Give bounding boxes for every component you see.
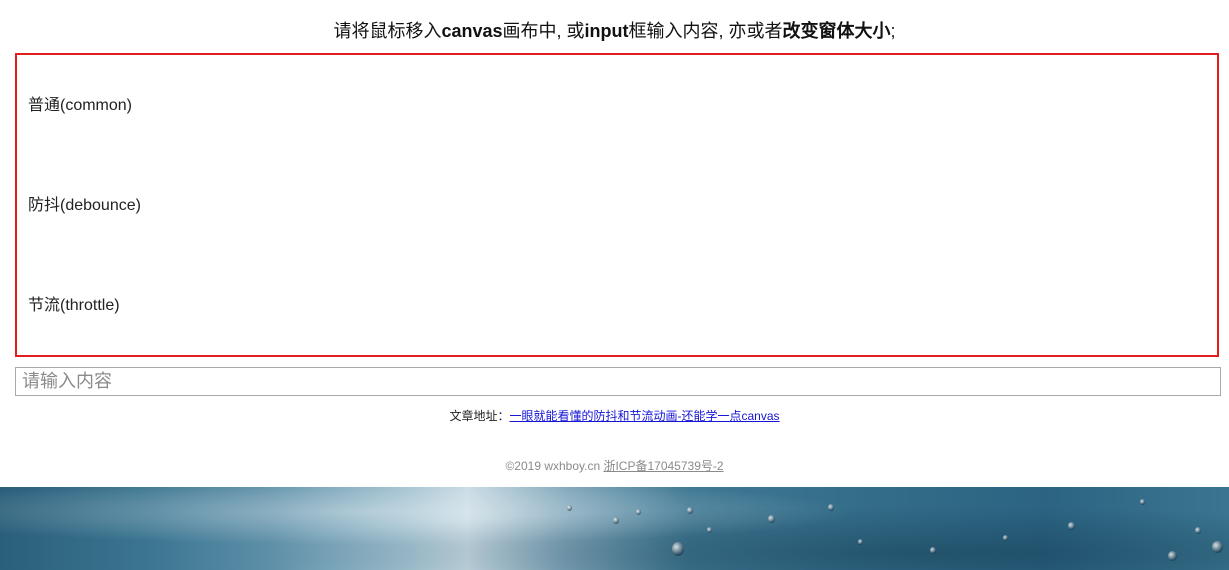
water-drop: [687, 507, 693, 514]
water-drop: [1068, 522, 1075, 530]
instruction-bold-input: input: [584, 21, 629, 41]
footer-copyright: ©2019 wxhboy.cn: [505, 459, 604, 473]
water-drop: [768, 515, 775, 523]
instruction-text: 请将鼠标移入canvas画布中, 或input框输入内容, 亦或者改变窗体大小;: [0, 18, 1229, 44]
footer-icp-link[interactable]: 浙ICP备17045739号-2: [603, 459, 723, 473]
water-drop: [636, 509, 641, 515]
instruction-bold-canvas: canvas: [441, 21, 503, 41]
row-label-throttle: 节流(throttle): [28, 297, 120, 314]
instruction-part-3: 框输入内容, 亦或者: [628, 21, 783, 41]
water-drop: [1003, 535, 1008, 541]
row-label-common: 普通(common): [28, 97, 133, 114]
water-drop: [1168, 551, 1177, 561]
water-drop: [567, 505, 572, 511]
instruction-part-4: ;: [890, 21, 896, 41]
row-label-debounce: 防抖(debounce): [28, 197, 141, 214]
water-drop: [613, 517, 619, 524]
water-drop: [1195, 527, 1201, 534]
demo-canvas[interactable]: 普通(common) 防抖(debounce) 节流(throttle): [15, 53, 1219, 357]
water-drop: [930, 547, 936, 554]
article-prefix: 文章地址：: [449, 409, 510, 423]
water-drop: [707, 527, 712, 533]
article-link[interactable]: 一眼就能看懂的防抖和节流动画-还能学一点canvas: [509, 409, 779, 423]
instruction-part-1: 请将鼠标移入: [333, 21, 442, 41]
footer: ©2019 wxhboy.cn 浙ICP备17045739号-2: [0, 457, 1229, 474]
instruction-bold-resize: 改变窗体大小: [782, 21, 891, 41]
content-input[interactable]: [15, 367, 1221, 396]
article-line: 文章地址：一眼就能看懂的防抖和节流动画-还能学一点canvas: [0, 407, 1229, 424]
water-drop: [828, 504, 834, 511]
water-drop: [672, 542, 684, 556]
instruction-part-2: 画布中, 或: [502, 21, 585, 41]
page: 请将鼠标移入canvas画布中, 或input框输入内容, 亦或者改变窗体大小;…: [0, 0, 1229, 570]
water-drop: [1212, 541, 1223, 553]
water-drop: [1140, 499, 1145, 505]
background-image: [0, 487, 1229, 570]
water-drop: [858, 539, 863, 545]
